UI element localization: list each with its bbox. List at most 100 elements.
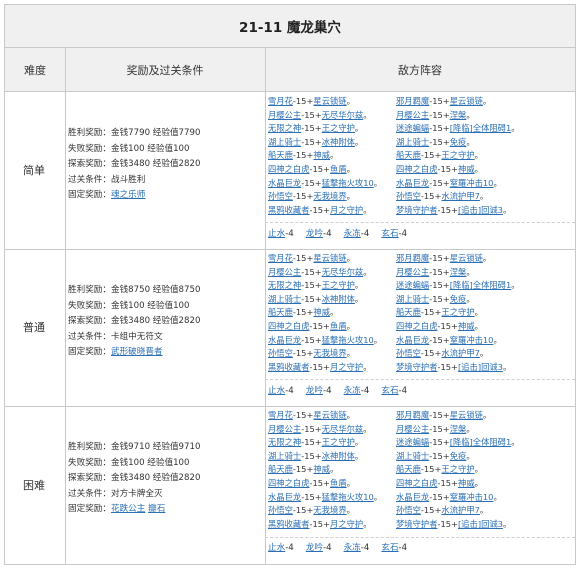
enemy-card-link[interactable]: 湖上骑士 [396, 294, 429, 304]
enemy-skill-link[interactable]: 王之守护 [322, 280, 355, 290]
enemy-card-link[interactable]: 船天鹿 [396, 464, 421, 474]
enemy-skill-link[interactable]: 星云锁链 [450, 96, 483, 106]
enemy-card-link[interactable]: 水晶巨龙 [396, 335, 429, 345]
enemy-skill-link[interactable]: 窒羅冲击10 [450, 492, 494, 502]
reward-card-link[interactable]: 魂之乐师 [111, 190, 145, 200]
enemy-skill-link[interactable]: 星云锁链 [450, 253, 483, 263]
enemy-card-link[interactable]: 湖上骑士 [396, 137, 429, 147]
enemy-skill-link[interactable]: 王之守护 [441, 307, 474, 317]
enemy-skill-link[interactable]: 月之守护 [330, 205, 363, 215]
enemy-skill-link[interactable]: 王之守护 [441, 150, 474, 160]
enemy-card-link[interactable]: 湖上骑士 [268, 294, 301, 304]
enemy-skill-link[interactable]: 无我境界 [313, 348, 346, 358]
enemy-card-link[interactable]: 水晶巨龙 [396, 178, 429, 188]
enemy-card-link[interactable]: 无限之神 [268, 437, 301, 447]
enemy-card-link[interactable]: 月樱公主 [268, 267, 301, 277]
enemy-card-link[interactable]: 四神之白虎 [268, 478, 310, 488]
enemy-card-link[interactable]: 黑鸦收藏者 [268, 362, 310, 372]
enemy-skill-link[interactable]: [降临]全体阻碍1 [450, 437, 512, 447]
enemy-card-link[interactable]: 月樱公主 [396, 267, 429, 277]
enemy-skill-link[interactable]: 涅槃 [450, 267, 467, 277]
enemy-card-link[interactable]: 黑鸦收藏者 [268, 205, 310, 215]
enemy-skill-link[interactable]: 神威 [313, 464, 330, 474]
enemy-card-link[interactable]: 无限之神 [268, 123, 301, 133]
enemy-skill-link[interactable]: 窒羅冲击10 [450, 178, 494, 188]
enemy-card-link[interactable]: 雪月花 [268, 253, 293, 263]
enemy-skill-link[interactable]: 水流护甲7 [441, 348, 479, 358]
enemy-card-link[interactable]: 船天鹿 [396, 307, 421, 317]
enemy-skill-link[interactable]: 免疫 [450, 294, 467, 304]
reward-card-link[interactable]: 花跌公主 [111, 504, 145, 514]
rune-link[interactable]: 玄石 [381, 386, 398, 396]
enemy-skill-link[interactable]: 神威 [313, 150, 330, 160]
enemy-skill-link[interactable]: [追击]回诚3 [458, 205, 503, 215]
rune-link[interactable]: 龙吟 [306, 543, 323, 553]
enemy-card-link[interactable]: 四神之白虎 [268, 164, 310, 174]
enemy-card-link[interactable]: 邪月羁魔 [396, 253, 429, 263]
rune-link[interactable]: 永冻 [344, 229, 361, 239]
enemy-card-link[interactable]: 月樱公主 [396, 110, 429, 120]
enemy-skill-link[interactable]: 冰神附体 [322, 451, 355, 461]
enemy-card-link[interactable]: 四神之白虎 [396, 478, 438, 488]
enemy-card-link[interactable]: 孙悟空 [396, 505, 421, 515]
reward-card-link[interactable]: 武形破晓晋者 [111, 347, 163, 357]
enemy-card-link[interactable]: 无限之神 [268, 280, 301, 290]
enemy-skill-link[interactable]: 神威 [458, 478, 475, 488]
enemy-card-link[interactable]: 湖上骑士 [396, 451, 429, 461]
enemy-skill-link[interactable]: 神威 [458, 321, 475, 331]
enemy-card-link[interactable]: 黑鸦收藏者 [268, 519, 310, 529]
enemy-skill-link[interactable]: 猛撃拖火攻10 [322, 335, 374, 345]
enemy-skill-link[interactable]: 星云锁链 [313, 96, 346, 106]
enemy-skill-link[interactable]: [降临]全体阻碍1 [450, 280, 512, 290]
enemy-skill-link[interactable]: 免疫 [450, 137, 467, 147]
enemy-card-link[interactable]: 月樱公主 [396, 424, 429, 434]
enemy-card-link[interactable]: 迷途蝙蝠 [396, 123, 429, 133]
enemy-card-link[interactable]: 雪月花 [268, 96, 293, 106]
rune-link[interactable]: 永冻 [344, 386, 361, 396]
enemy-skill-link[interactable]: 免疫 [450, 451, 467, 461]
rune-link[interactable]: 龙吟 [306, 386, 323, 396]
enemy-card-link[interactable]: 邪月羁魔 [396, 96, 429, 106]
enemy-card-link[interactable]: 船天鹿 [396, 150, 421, 160]
enemy-card-link[interactable]: 四神之白虎 [396, 164, 438, 174]
enemy-card-link[interactable]: 湖上骑士 [268, 451, 301, 461]
enemy-card-link[interactable]: 湖上骑士 [268, 137, 301, 147]
enemy-skill-link[interactable]: 王之守护 [441, 464, 474, 474]
enemy-skill-link[interactable]: 星云锁链 [450, 410, 483, 420]
enemy-card-link[interactable]: 月樱公主 [268, 110, 301, 120]
enemy-card-link[interactable]: 水晶巨龙 [268, 335, 301, 345]
enemy-card-link[interactable]: 孙悟空 [268, 348, 293, 358]
enemy-skill-link[interactable]: 水流护甲7 [441, 505, 479, 515]
rune-link[interactable]: 龙吟 [306, 229, 323, 239]
enemy-card-link[interactable]: 四神之白虎 [396, 321, 438, 331]
enemy-skill-link[interactable]: 月之守护 [330, 519, 363, 529]
enemy-skill-link[interactable]: 无我境界 [313, 505, 346, 515]
enemy-skill-link[interactable]: 王之守护 [322, 123, 355, 133]
enemy-card-link[interactable]: 邪月羁魔 [396, 410, 429, 420]
enemy-card-link[interactable]: 船天鹿 [268, 150, 293, 160]
enemy-skill-link[interactable]: [追击]回诚3 [458, 362, 503, 372]
enemy-skill-link[interactable]: 王之守护 [322, 437, 355, 447]
enemy-skill-link[interactable]: 鱼盾 [330, 478, 347, 488]
enemy-card-link[interactable]: 孙悟空 [396, 191, 421, 201]
reward-card-link[interactable]: 瓣石 [148, 504, 165, 514]
enemy-skill-link[interactable]: 鱼盾 [330, 321, 347, 331]
enemy-skill-link[interactable]: 星云锁链 [313, 410, 346, 420]
enemy-card-link[interactable]: 月樱公主 [268, 424, 301, 434]
enemy-card-link[interactable]: 船天鹿 [268, 307, 293, 317]
enemy-card-link[interactable]: 迷途蝙蝠 [396, 437, 429, 447]
enemy-skill-link[interactable]: 冰神附体 [322, 137, 355, 147]
enemy-card-link[interactable]: 孙悟空 [268, 191, 293, 201]
enemy-skill-link[interactable]: 无尽华尔兹 [322, 267, 364, 277]
enemy-skill-link[interactable]: 神威 [458, 164, 475, 174]
enemy-skill-link[interactable]: 窒羅冲击10 [450, 335, 494, 345]
enemy-card-link[interactable]: 迷途蝙蝠 [396, 280, 429, 290]
enemy-card-link[interactable]: 水晶巨龙 [268, 178, 301, 188]
rune-link[interactable]: 止水 [268, 229, 285, 239]
enemy-skill-link[interactable]: 涅槃 [450, 424, 467, 434]
enemy-card-link[interactable]: 梦境守护者 [396, 362, 438, 372]
enemy-card-link[interactable]: 雪月花 [268, 410, 293, 420]
enemy-card-link[interactable]: 孙悟空 [268, 505, 293, 515]
enemy-skill-link[interactable]: 冰神附体 [322, 294, 355, 304]
enemy-skill-link[interactable]: 无尽华尔兹 [322, 110, 364, 120]
